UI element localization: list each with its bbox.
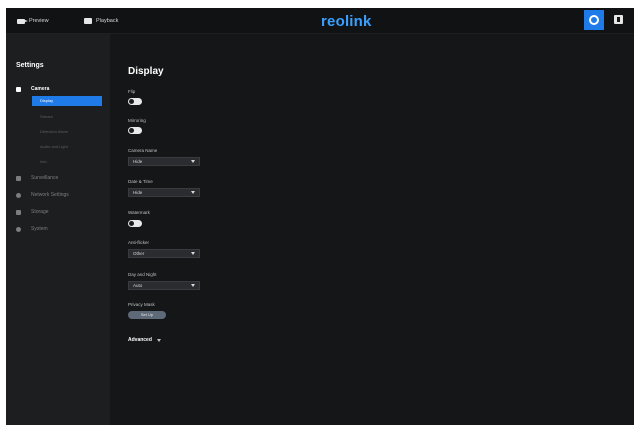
sidebar-item-label: Storage: [31, 209, 49, 215]
settings-button[interactable]: [584, 10, 604, 30]
date-time-label: Date & Time: [128, 179, 153, 184]
storage-icon: [16, 209, 21, 215]
sidebar-item-system[interactable]: System: [16, 224, 48, 234]
sidebar-item-surveillance[interactable]: Surveillance: [16, 173, 58, 183]
camera-name-value: Hide: [133, 159, 143, 164]
playback-tab[interactable]: Playback: [84, 15, 118, 27]
chevron-down-icon: [191, 252, 195, 255]
anti-flicker-label: Anti-flicker: [128, 240, 150, 245]
sidebar-item-label: System: [31, 226, 48, 232]
top-bar: Preview Playback reolink: [6, 8, 634, 34]
flip-label: Flip: [128, 89, 136, 94]
watermark-label: Watermark: [128, 210, 150, 215]
sidebar-item-network-settings[interactable]: Network Settings: [16, 190, 69, 200]
system-icon: [16, 226, 21, 232]
video-camera-icon: [17, 18, 28, 24]
date-time-value: Hide: [133, 190, 143, 195]
sidebar-subitem-detection-alarm[interactable]: Detection Alarm: [32, 127, 102, 137]
gear-icon: [589, 15, 599, 25]
page-title: Display: [128, 66, 164, 77]
advanced-toggle[interactable]: Advanced: [128, 337, 161, 343]
mirroring-toggle[interactable]: [128, 127, 142, 134]
reolink-logo: reolink: [321, 13, 372, 30]
sidebar-item-label: Surveillance: [31, 175, 59, 181]
flip-toggle[interactable]: [128, 98, 142, 105]
chevron-down-icon: [191, 160, 195, 163]
chevron-down-icon: [191, 284, 195, 287]
day-night-value: Auto: [133, 283, 143, 288]
privacy-mask-setup-button[interactable]: Set Up: [128, 311, 166, 319]
playback-icon: [84, 18, 92, 24]
day-night-label: Day and Night: [128, 272, 157, 277]
camera-icon: [16, 86, 21, 92]
app-window: Preview Playback reolink Settings Camera…: [6, 8, 634, 425]
sidebar-item-label: Camera: [31, 86, 50, 92]
sidebar-subitem-audio-light[interactable]: Audio and Light: [32, 142, 102, 152]
chevron-down-icon: [191, 191, 195, 194]
sidebar-subitem-display[interactable]: Display: [32, 96, 102, 106]
sidebar-subitem-info[interactable]: Info: [32, 157, 102, 167]
preview-tab[interactable]: Preview: [17, 15, 49, 27]
day-night-select[interactable]: Auto: [128, 281, 200, 290]
sidebar-item-storage[interactable]: Storage: [16, 207, 49, 217]
sidebar-item-camera[interactable]: Camera: [16, 84, 49, 94]
network-icon: [16, 192, 21, 198]
chevron-down-icon: [156, 338, 161, 342]
camera-name-select[interactable]: Hide: [128, 157, 200, 166]
sidebar-title: Settings: [16, 62, 44, 69]
sidebar-item-label: Network Settings: [31, 192, 69, 198]
mirroring-label: Mirroring: [128, 118, 146, 123]
anti-flicker-select[interactable]: Other: [128, 249, 200, 258]
logout-button[interactable]: [614, 15, 623, 24]
advanced-label: Advanced: [128, 337, 152, 343]
anti-flicker-value: Other: [133, 251, 145, 256]
date-time-select[interactable]: Hide: [128, 188, 200, 197]
surveillance-icon: [16, 175, 21, 181]
sidebar-subitem-stream[interactable]: Stream: [32, 112, 102, 122]
preview-label: Preview: [29, 18, 49, 24]
privacy-mask-label: Privacy Mask: [128, 302, 155, 307]
watermark-toggle[interactable]: [128, 220, 142, 227]
main-panel: Display Flip Mirroring Camera Name Hide …: [110, 34, 634, 425]
camera-name-label: Camera Name: [128, 148, 158, 153]
settings-sidebar: Settings Camera Display Stream Detection…: [6, 34, 110, 425]
playback-label: Playback: [96, 18, 119, 24]
